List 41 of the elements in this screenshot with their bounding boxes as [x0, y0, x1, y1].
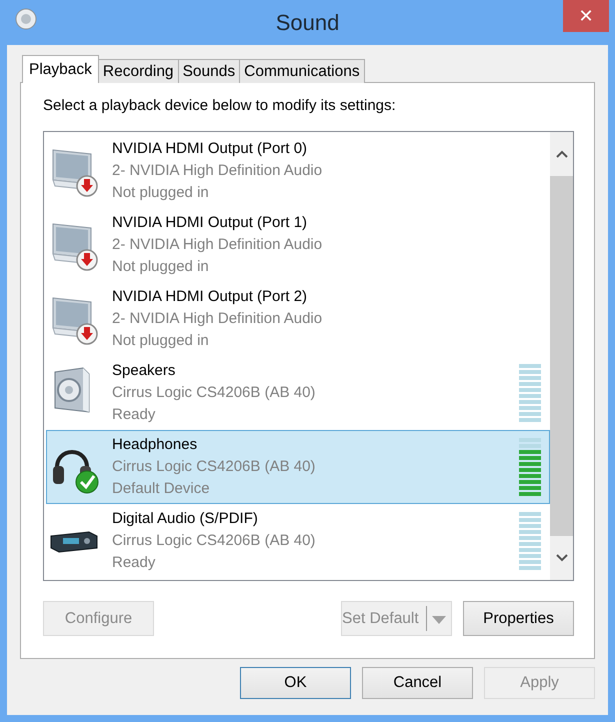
level-meter — [519, 438, 541, 496]
speaker-icon — [15, 8, 37, 30]
device-row[interactable]: Digital Audio (S/PDIF) Cirrus Logic CS4206B (AB 40) Ready — [46, 504, 550, 578]
device-row[interactable]: NVIDIA HDMI Output (Port 2) 2- NVIDIA High Definition Audio Not plugged in — [46, 282, 550, 356]
device-status: Not plugged in — [112, 257, 210, 277]
tab[interactable]: Recording — [98, 59, 179, 83]
window-title: Sound — [276, 10, 340, 36]
device-driver: 2- NVIDIA High Definition Audio — [112, 309, 324, 329]
device-row[interactable]: NVIDIA HDMI Output (Port 0) 2- NVIDIA High Definition Audio Not plugged in — [46, 134, 550, 208]
device-driver: Cirrus Logic CS4206B (AB 40) — [112, 383, 316, 403]
device-status: Not plugged in — [112, 183, 210, 203]
device-name: NVIDIA HDMI Output (Port 1) — [112, 213, 308, 233]
tab[interactable]: Communications — [239, 59, 365, 83]
device-name: NVIDIA HDMI Output (Port 0) — [112, 139, 308, 159]
device-name: Digital Audio (S/PDIF) — [112, 509, 259, 529]
close-button[interactable]: ✕ — [563, 0, 609, 32]
device-row[interactable]: Speakers Cirrus Logic CS4206B (AB 40) Ready — [46, 356, 550, 430]
panel-button[interactable]: Properties — [463, 601, 574, 636]
device-name: Speakers — [112, 361, 176, 381]
level-meter — [519, 512, 541, 570]
instruction-text: Select a playback device below to modify its settings: — [43, 97, 397, 116]
level-meter — [519, 364, 541, 422]
device-row[interactable]: Headphones Cirrus Logic CS4206B (AB 40) Default Device — [46, 430, 550, 504]
device-driver: 2- NVIDIA High Definition Audio — [112, 161, 324, 181]
scrollbar[interactable] — [550, 132, 573, 580]
device-driver: Cirrus Logic CS4206B (AB 40) — [112, 531, 316, 551]
device-status: Not plugged in — [112, 331, 210, 351]
device-driver: 2- NVIDIA High Definition Audio — [112, 235, 324, 255]
device-name: Headphones — [112, 435, 198, 455]
tab[interactable]: Playback — [22, 55, 99, 83]
device-status: Ready — [112, 553, 156, 573]
chevron-down-icon[interactable] — [556, 554, 568, 562]
device-status: Default Device — [112, 479, 211, 499]
dialog-button[interactable]: Cancel — [362, 667, 473, 699]
device-driver: Cirrus Logic CS4206B (AB 40) — [112, 457, 316, 477]
device-name: NVIDIA HDMI Output (Port 2) — [112, 287, 308, 307]
device-row[interactable]: NVIDIA HDMI Output (Port 1) 2- NVIDIA High Definition Audio Not plugged in — [46, 208, 550, 282]
tab[interactable]: Sounds — [178, 59, 240, 83]
device-status: Ready — [112, 405, 156, 425]
dialog-button[interactable]: OK — [240, 667, 351, 699]
chevron-up-icon[interactable] — [556, 150, 568, 158]
